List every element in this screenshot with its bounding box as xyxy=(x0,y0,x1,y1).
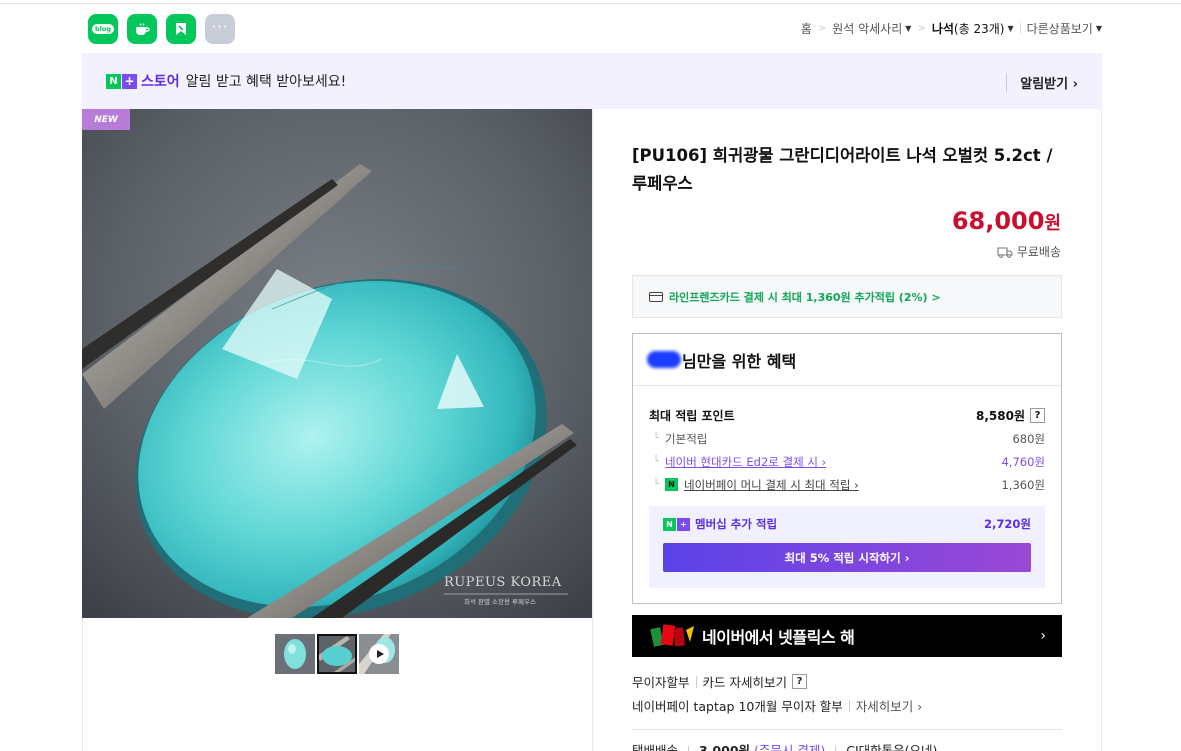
points-list: 최대 적립 포인트 8,580원? └ 기본적립 680원 └ 네이버 현대카드 E… xyxy=(633,386,1061,496)
redacted-username xyxy=(647,351,681,368)
card-detail-link[interactable]: 카드 자세히보기 xyxy=(703,672,787,691)
chevron-right-icon: › xyxy=(1040,628,1046,644)
help-icon[interactable]: ? xyxy=(792,674,807,689)
thumbnail-2[interactable] xyxy=(317,634,357,674)
max-points-label: 최대 적립 포인트 xyxy=(649,409,735,423)
chevron-down-icon[interactable]: ▼ xyxy=(1007,24,1013,33)
delivery-carrier: CJ대한통운(오네) xyxy=(846,743,938,751)
delivery-fee: 3,000원 xyxy=(698,743,751,751)
membership-row: N + 멤버십 추가 적립 2,720원 xyxy=(663,516,1031,532)
tree-branch-icon: └ xyxy=(653,433,660,444)
shipping-info: 무료배송 xyxy=(997,243,1061,260)
breadcrumb-other-products[interactable]: 다른상품보기 xyxy=(1027,20,1093,37)
netflix-banner[interactable]: 네이버에서 넷플릭스 해 › xyxy=(632,615,1062,657)
installment-row: 무이자할부 카드 자세히보기 ? xyxy=(632,672,807,691)
netflix-banner-text: 네이버에서 넷플릭스 해 xyxy=(702,628,855,647)
divider xyxy=(695,675,697,688)
breadcrumb-divider xyxy=(1019,23,1021,34)
share-icons: blog ··· xyxy=(88,14,235,44)
benefit-header: 님만을 위한 혜택 xyxy=(633,334,1061,386)
breadcrumb-sep-icon: > xyxy=(917,23,926,34)
points-row-value: 680원 xyxy=(1012,431,1045,446)
points-row-label: 기본적립 xyxy=(665,431,708,446)
credit-card-icon xyxy=(649,291,663,302)
breadcrumb-category[interactable]: 원석 악세사리 xyxy=(832,20,902,37)
cafe-icon[interactable] xyxy=(127,14,157,44)
tree-branch-icon: └ xyxy=(653,456,660,467)
banner-text: 알림 받고 혜택 받아보세요! xyxy=(185,74,347,90)
netflix-logo-icon xyxy=(650,624,694,647)
max-points-value: 8,580원 xyxy=(976,409,1025,423)
points-row-value: 4,760원 xyxy=(1001,454,1045,469)
card-promo-text[interactable]: 라인프렌즈카드 결제 시 최대 1,360원 추가적립 (2%) > xyxy=(669,289,941,305)
membership-label: 멤버십 추가 적립 xyxy=(695,517,778,531)
play-icon xyxy=(369,644,389,664)
hyundai-card-link[interactable]: 네이버 현대카드 Ed2로 결제 시 › xyxy=(665,454,826,470)
section-divider xyxy=(632,729,1062,730)
breadcrumb-sep-icon: > xyxy=(817,23,827,34)
delivery-label: 택배배송 xyxy=(632,743,679,751)
divider xyxy=(688,745,689,751)
thumbnail-1[interactable] xyxy=(275,634,315,674)
tree-branch-icon: └ xyxy=(653,479,660,490)
membership-section: N + 멤버십 추가 적립 2,720원 최대 5% 적립 시작하기 › xyxy=(649,506,1045,588)
nplus-logo-icon: N + xyxy=(663,517,690,531)
taptap-detail-link[interactable]: 자세히보기 › xyxy=(856,696,922,715)
max-points-row: 최대 적립 포인트 8,580원? xyxy=(649,404,1045,427)
free-installment-label: 무이자할부 xyxy=(632,675,690,690)
breadcrumb-current[interactable]: 나석 xyxy=(932,20,954,37)
points-row-value: 1,360원 xyxy=(1001,477,1045,492)
delivery-row: 택배배송 3,000원 (주문시 결제) CJ대한통운(오네) xyxy=(632,740,937,751)
benefit-box: 님만을 위한 혜택 최대 적립 포인트 8,580원? └ 기본적립 680원 └… xyxy=(632,333,1062,604)
benefit-header-text: 님만을 위한 혜택 xyxy=(682,351,797,371)
column-divider xyxy=(592,109,593,751)
truck-icon xyxy=(997,246,1013,258)
price-value: 68,000 xyxy=(951,207,1045,235)
nplus-store-logo: N + 스토어 xyxy=(106,71,180,91)
store-alarm-banner: N + 스토어 알림 받고 혜택 받아보세요! 알림받기 › xyxy=(82,53,1102,109)
blog-icon[interactable]: blog xyxy=(88,14,118,44)
points-row-npay-money: └ N 네이버페이 머니 결제 시 최대 적립 › 1,360원 xyxy=(649,473,1045,496)
chevron-down-icon[interactable]: ▼ xyxy=(905,24,911,33)
shipping-text: 무료배송 xyxy=(1016,245,1061,259)
npay-money-link[interactable]: 네이버페이 머니 결제 시 최대 적립 › xyxy=(684,477,859,493)
more-icon[interactable]: ··· xyxy=(205,14,235,44)
watermark-subtext: 희석 판별 소장용 루페우스 xyxy=(464,598,536,606)
membership-value: 2,720원 xyxy=(984,517,1031,531)
breadcrumb: 홈 > 원석 악세사리 ▼ > 나석 (총 23개) ▼ 다른상품보기 ▼ xyxy=(801,20,1102,37)
top-divider xyxy=(0,3,1181,4)
main-product-image[interactable]: NEW RUPEUS KOREA 희석 판별 소장용 루페우스 xyxy=(82,109,592,618)
thumbnail-strip xyxy=(275,634,399,674)
chevron-down-icon[interactable]: ▼ xyxy=(1096,24,1102,33)
npay-icon: N xyxy=(665,478,679,491)
gemstone-photo xyxy=(82,109,592,618)
breadcrumb-count: (총 23개) xyxy=(953,22,1005,36)
keep-icon[interactable] xyxy=(166,14,196,44)
plus-icon: + xyxy=(122,73,137,89)
product-title: [PU106] 희귀광물 그란디디어라이트 나석 오벌컷 5.2ct / 루페우… xyxy=(632,146,1053,193)
divider xyxy=(835,745,837,751)
divider xyxy=(848,699,850,712)
store-name: 스토어 xyxy=(141,74,180,90)
blog-label: blog xyxy=(92,24,114,34)
alarm-button[interactable]: 알림받기 › xyxy=(1006,73,1078,92)
points-row-hyundai-card: └ 네이버 현대카드 Ed2로 결제 시 › 4,760원 xyxy=(649,450,1045,473)
taptap-text: 네이버페이 taptap 10개월 무이자 할부 xyxy=(632,699,843,714)
watermark-text: RUPEUS KOREA xyxy=(444,575,562,590)
new-badge: NEW xyxy=(82,109,130,130)
thumbnail-3-video[interactable] xyxy=(359,634,399,674)
membership-start-button[interactable]: 최대 5% 적립 시작하기 › xyxy=(663,543,1031,572)
help-icon[interactable]: ? xyxy=(1030,408,1045,423)
delivery-pay-type[interactable]: (주문시 결제) xyxy=(754,743,825,751)
taptap-row: 네이버페이 taptap 10개월 무이자 할부 자세히보기 › xyxy=(632,696,922,715)
naver-n-icon: N xyxy=(106,73,121,89)
product-price: 68,000원 xyxy=(952,207,1061,235)
price-unit: 원 xyxy=(1044,213,1061,234)
card-promo-banner[interactable]: 라인프렌즈카드 결제 시 최대 1,360원 추가적립 (2%) > xyxy=(632,275,1062,318)
breadcrumb-home[interactable]: 홈 xyxy=(801,20,812,37)
points-row-basic: └ 기본적립 680원 xyxy=(649,427,1045,450)
